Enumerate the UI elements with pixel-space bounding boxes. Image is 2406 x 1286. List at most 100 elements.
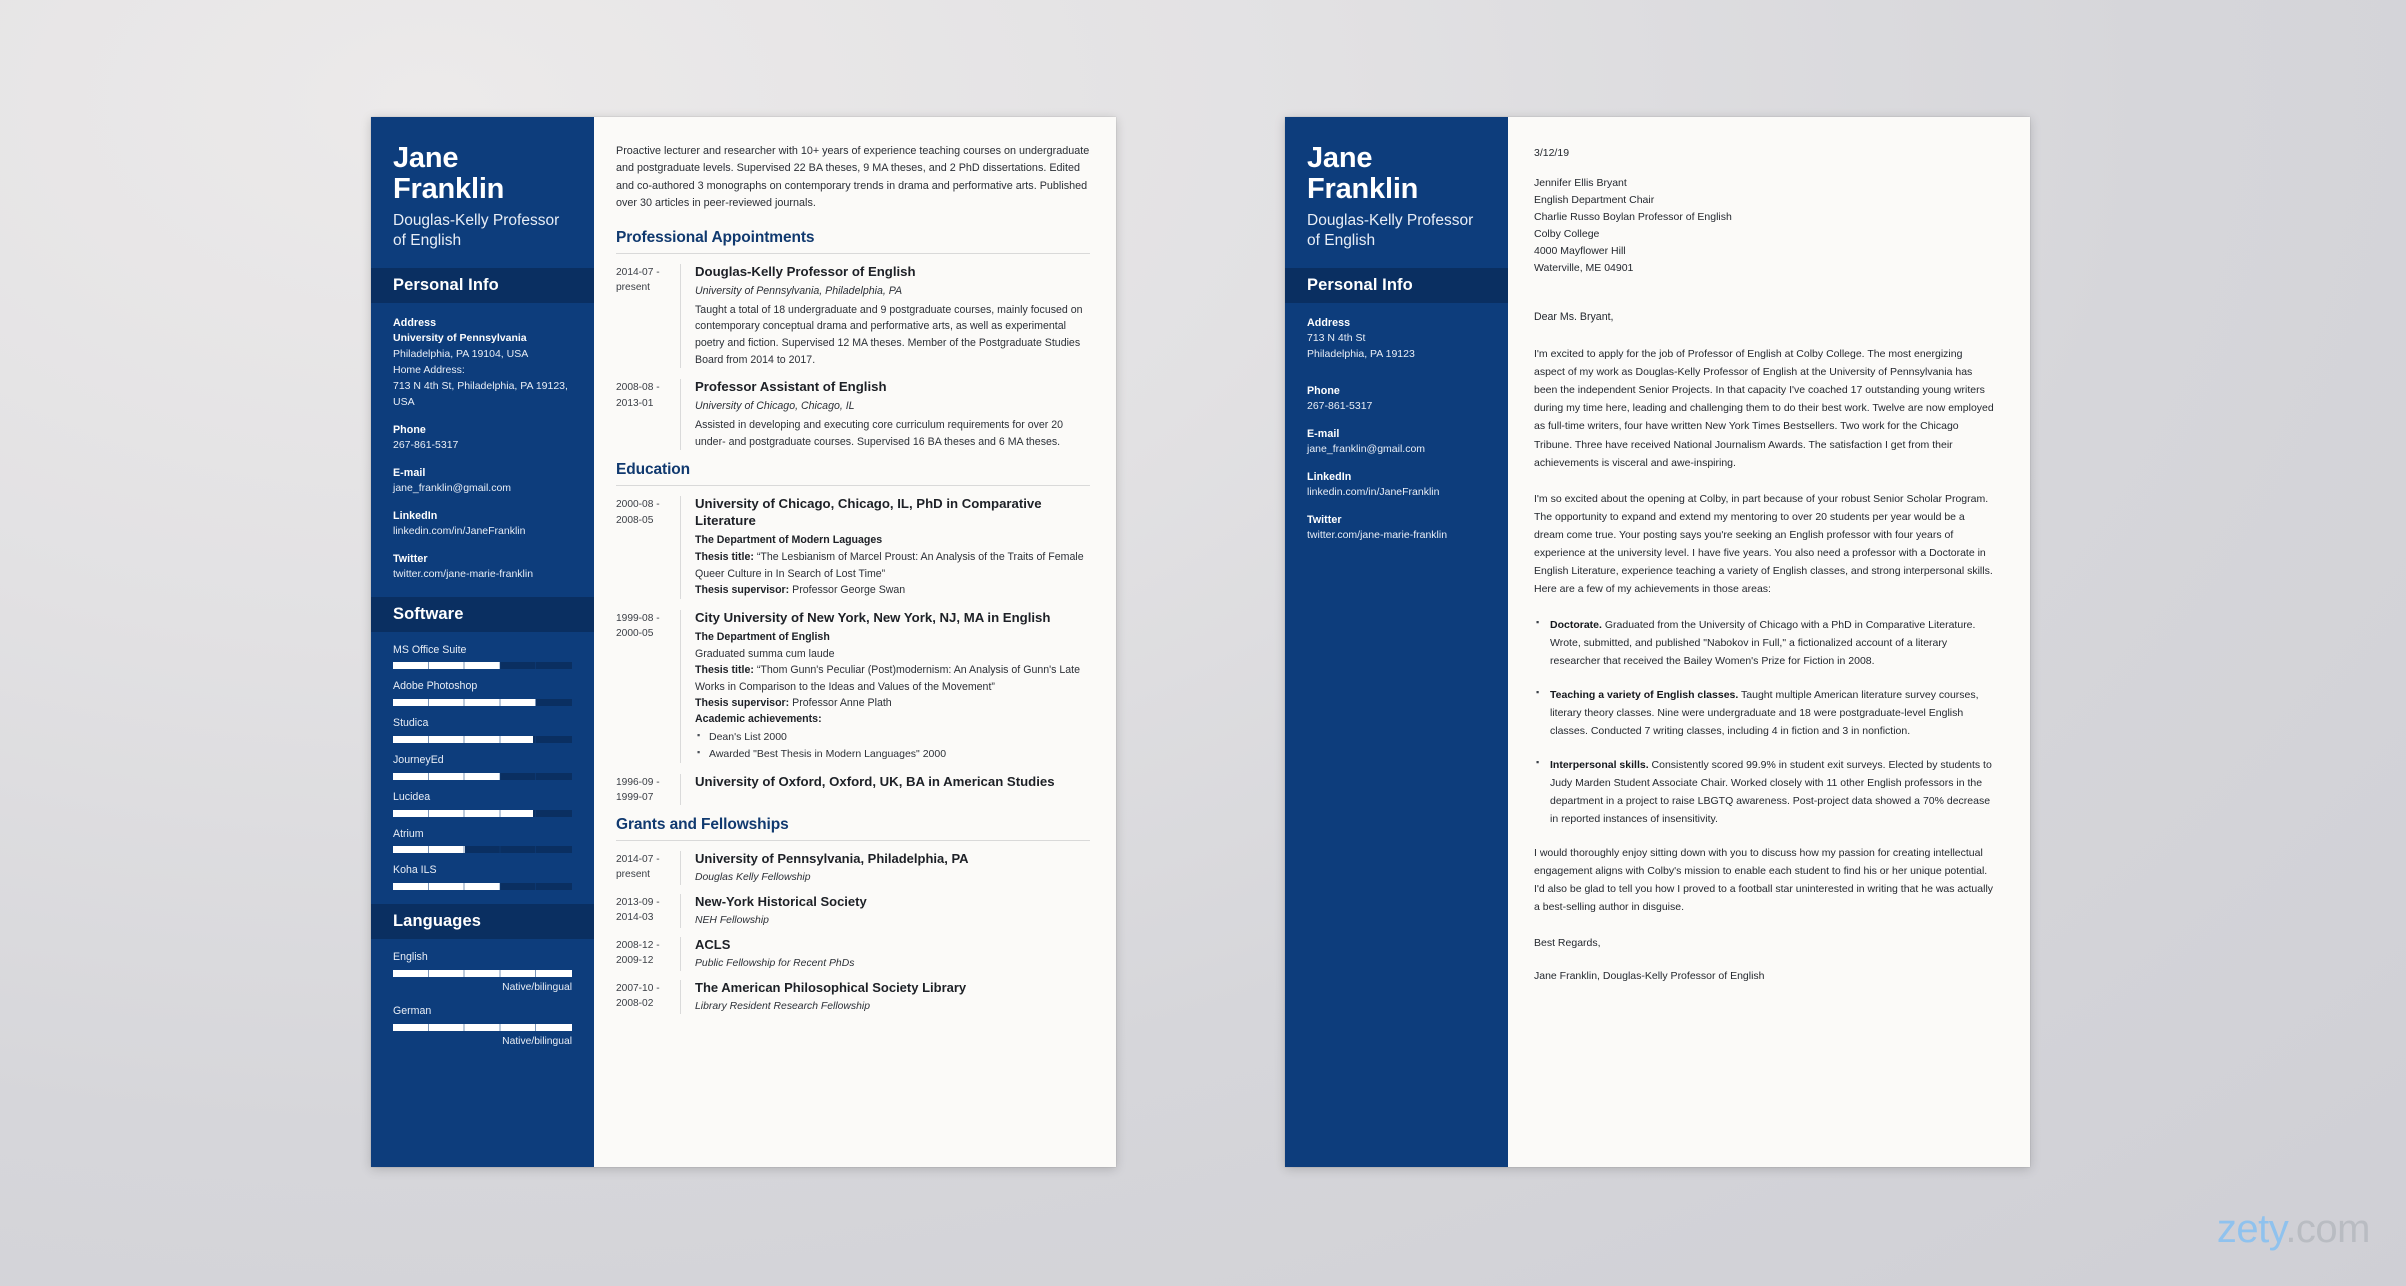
letter-recipient-block: Jennifer Ellis Bryant English Department … xyxy=(1534,175,1996,277)
software-skill-item: Adobe Photoshop xyxy=(393,680,572,707)
software-skill-name: Koha ILS xyxy=(393,864,437,877)
letter-phone-field: Phone 267-861-5317 xyxy=(1307,383,1486,415)
education-thesis-title: Thesis title: “Thom Gunn's Peculiar (Pos… xyxy=(695,664,1080,693)
education-achievement-item: Awarded "Best Thesis in Modern Languages… xyxy=(695,745,1090,763)
letter-linkedin-value[interactable]: linkedin.com/in/JaneFranklin xyxy=(1307,485,1486,501)
resume-address-city: Philadelphia, PA 19104, USA xyxy=(393,347,529,360)
education-body: University of Oxford, Oxford, UK, BA in … xyxy=(680,773,1090,806)
resume-page: Jane Franklin Douglas-Kelly Professor of… xyxy=(371,117,1116,1167)
software-skill-bar xyxy=(393,883,572,891)
resume-phone-field: Phone 267-861-5317 xyxy=(393,422,572,454)
software-skill-name: Adobe Photoshop xyxy=(393,680,478,693)
grant-entry: 2007-10 - 2008-02 The American Philosophi… xyxy=(616,980,1090,1015)
appointment-organization: University of Pennsylvania, Philadelphia… xyxy=(695,284,903,297)
software-skill-bar-fill xyxy=(393,846,465,854)
letter-recipient-line: Jennifer Ellis Bryant xyxy=(1534,177,1627,190)
software-skill-bar-fill xyxy=(393,883,501,891)
software-skill-name: Atrium xyxy=(393,827,424,840)
letter-twitter-value[interactable]: twitter.com/jane-marie-franklin xyxy=(1307,528,1486,544)
resume-email-label: E-mail xyxy=(393,466,426,479)
appointment-entry: 2008-08 - 2013-01 Professor Assistant of … xyxy=(616,379,1090,451)
letter-name-first: Jane xyxy=(1307,142,1373,174)
grant-subtitle: Public Fellowship for Recent PhDs xyxy=(695,957,855,969)
education-dates: 2000-08 - 2008-05 xyxy=(616,499,660,526)
resume-personal-info-heading: Personal Info xyxy=(371,267,594,303)
software-skill-item: Lucidea xyxy=(393,791,572,817)
grant-subtitle: NEH Fellowship xyxy=(695,915,769,927)
language-item: German Native/bilingual xyxy=(393,1005,572,1048)
grants-list: 2014-07 - present University of Pennsylva… xyxy=(616,851,1090,1015)
letter-recipient-line: Waterville, ME 04901 xyxy=(1534,262,1634,275)
software-skill-name: Studica xyxy=(393,717,429,730)
education-department: The Department of Modern Laguages xyxy=(695,534,883,547)
grant-body: ACLS Public Fellowship for Recent PhDs xyxy=(680,937,1090,972)
letter-recipient-line: 4000 Mayflower Hill xyxy=(1534,245,1626,258)
letter-phone-label: Phone xyxy=(1307,384,1340,397)
letter-email-label: E-mail xyxy=(1307,427,1340,440)
resume-address-label: Address xyxy=(393,316,437,329)
education-dates: 1999-08 - 2000-05 xyxy=(616,612,660,640)
education-entry: 1996-09 - 1999-07 University of Oxford, O… xyxy=(616,773,1090,806)
grant-entry: 2014-07 - present University of Pennsylva… xyxy=(616,851,1090,886)
resume-sidebar: Jane Franklin Douglas-Kelly Professor of… xyxy=(371,117,594,1167)
software-skill-item: Studica xyxy=(393,717,572,744)
letter-recipient-line: English Department Chair xyxy=(1534,194,1655,207)
watermark-tld: .com xyxy=(2285,1207,2370,1251)
cover-letter-page: Jane Franklin Douglas-Kelly Professor of… xyxy=(1285,117,2030,1167)
grant-title: ACLS xyxy=(695,937,731,953)
resume-twitter-label: Twitter xyxy=(393,552,428,565)
software-skill-bar-fill xyxy=(393,772,501,780)
resume-main-column: Proactive lecturer and researcher with 1… xyxy=(594,117,1116,1167)
software-skill-bar-fill xyxy=(393,809,533,817)
software-skill-bar xyxy=(393,699,572,707)
letter-recipient-line: Colby College xyxy=(1534,228,1600,241)
letter-bullet-lead: Doctorate. xyxy=(1550,618,1602,631)
grant-entry: 2008-12 - 2009-12 ACLS Public Fellowship f… xyxy=(616,937,1090,972)
language-bar-fill xyxy=(393,1023,572,1031)
letter-bullet-lead: Teaching a variety of English classes. xyxy=(1550,689,1739,702)
education-body: University of Chicago, Chicago, IL, PhD … xyxy=(680,496,1090,599)
education-title: University of Chicago, Chicago, IL, PhD … xyxy=(695,496,1042,529)
appointments-list: 2014-07 - present Douglas-Kelly Professor… xyxy=(616,263,1090,451)
letter-bullet-item: Teaching a variety of English classes. T… xyxy=(1534,685,1996,740)
education-title: University of Oxford, Oxford, UK, BA in … xyxy=(695,773,1055,789)
education-achievements-label: Academic achievements: xyxy=(695,713,822,726)
letter-linkedin-label: LinkedIn xyxy=(1307,470,1352,483)
letter-bullet-item: Interpersonal skills. Consistently score… xyxy=(1534,755,1996,828)
letter-body-column: 3/12/19 Jennifer Ellis Bryant English Dep… xyxy=(1508,117,2030,1167)
language-rating: Native/bilingual xyxy=(502,1035,572,1047)
page-backdrop xyxy=(0,0,2406,1286)
letter-address-field: Address 713 N 4th St Philadelphia, PA 19… xyxy=(1307,315,1486,363)
software-skill-bar xyxy=(393,772,572,780)
appointment-entry: 2014-07 - present Douglas-Kelly Professor… xyxy=(616,263,1090,369)
resume-linkedin-value[interactable]: linkedin.com/in/JaneFranklin xyxy=(393,524,572,540)
letter-personal-info-heading: Personal Info xyxy=(1285,267,1508,303)
software-skill-bar xyxy=(393,662,572,670)
appointment-body: Professor Assistant of English University… xyxy=(680,379,1090,451)
resume-twitter-value[interactable]: twitter.com/jane-marie-franklin xyxy=(393,567,572,583)
appointment-description: Assisted in developing and executing cor… xyxy=(695,419,1064,448)
grant-body: The American Philosophical Society Libra… xyxy=(680,980,1090,1015)
language-bar-fill xyxy=(393,969,572,977)
letter-closing: Best Regards, xyxy=(1534,936,1601,949)
resume-twitter-field: Twitter twitter.com/jane-marie-franklin xyxy=(393,551,572,583)
grant-subtitle: Douglas Kelly Fellowship xyxy=(695,872,811,884)
resume-linkedin-field: LinkedIn linkedin.com/in/JaneFranklin xyxy=(393,508,572,540)
letter-email-value[interactable]: jane_franklin@gmail.com xyxy=(1307,442,1486,458)
letter-twitter-field: Twitter twitter.com/jane-marie-franklin xyxy=(1307,512,1486,544)
resume-address-org: University of Pennsylvania xyxy=(393,331,527,344)
resume-name-first: Jane xyxy=(393,142,459,174)
resume-phone-value: 267-861-5317 xyxy=(393,438,459,451)
resume-email-value[interactable]: jane_franklin@gmail.com xyxy=(393,481,572,497)
resume-linkedin-label: LinkedIn xyxy=(393,509,438,522)
letter-candidate-name: Jane Franklin xyxy=(1307,143,1486,204)
software-skill-item: MS Office Suite xyxy=(393,644,572,670)
language-item: English Native/bilingual xyxy=(393,951,572,994)
resume-summary: Proactive lecturer and researcher with 1… xyxy=(616,145,1090,210)
grant-title: University of Pennsylvania, Philadelphia… xyxy=(695,851,969,867)
education-thesis-title-label: Thesis title: xyxy=(695,550,754,563)
appointment-organization: University of Chicago, Chicago, IL xyxy=(695,400,855,413)
software-skill-bar-fill xyxy=(393,736,533,744)
letter-paragraph-1: I'm excited to apply for the job of Prof… xyxy=(1534,348,1994,469)
letter-email-field: E-mail jane_franklin@gmail.com xyxy=(1307,426,1486,458)
